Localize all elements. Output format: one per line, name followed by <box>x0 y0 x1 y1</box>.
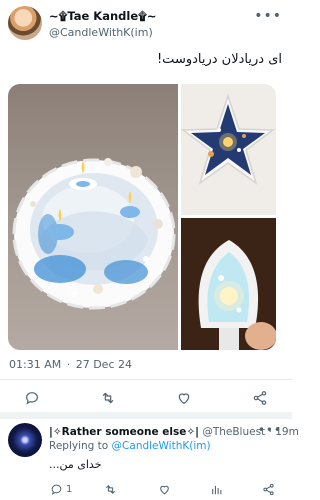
replying-to-mention[interactable]: @CandleWithK(im) <box>112 440 211 452</box>
tweet-date: 27 Dec 24 <box>75 358 132 371</box>
divider-top <box>0 379 292 380</box>
tweet-media-grid <box>8 84 276 350</box>
reply-author-avatar[interactable] <box>8 423 42 457</box>
section-divider <box>0 412 292 419</box>
reply-retweet-button[interactable] <box>104 482 117 496</box>
author-handle[interactable]: @CandleWithK(im) <box>49 26 153 39</box>
share-button[interactable] <box>250 389 270 407</box>
reply-icon <box>26 392 38 405</box>
more-horizontal-icon[interactable]: ••• <box>258 423 282 437</box>
author-avatar[interactable] <box>8 6 42 40</box>
like-button[interactable] <box>174 389 194 407</box>
retweet-icon <box>106 484 115 494</box>
share-icon <box>263 483 274 495</box>
reply-button[interactable] <box>22 389 42 407</box>
reply-share-button[interactable] <box>262 482 275 496</box>
reply-text: خدای من... <box>49 458 102 471</box>
reply-handle[interactable]: @TheBluest <box>202 426 265 438</box>
timestamp-separator: · <box>66 358 71 371</box>
reply-reply-button[interactable]: 1 <box>50 482 72 496</box>
star-candle-illustration <box>181 84 276 215</box>
media-image-shell-candle[interactable] <box>8 84 178 350</box>
replying-to: Replying to @CandleWithK(im) <box>49 440 211 452</box>
like-icon <box>160 485 169 494</box>
reply-count: 1 <box>66 483 73 495</box>
reply-icon <box>51 484 62 495</box>
retweet-icon <box>102 392 114 404</box>
reply-views-button[interactable] <box>210 482 223 496</box>
share-icon <box>253 391 267 405</box>
replying-to-label: Replying to <box>49 440 112 452</box>
more-horizontal-icon[interactable]: ••• <box>254 8 282 24</box>
views-icon <box>212 485 222 494</box>
media-image-star-candle[interactable] <box>181 84 276 215</box>
shell-candle-illustration <box>12 158 176 310</box>
author-display-name[interactable]: ~۩Tae Kandle۩~ <box>49 9 157 24</box>
media-image-shell-lamp[interactable] <box>181 218 276 350</box>
like-icon <box>178 393 190 405</box>
tweet-timestamp[interactable]: 01:31 AM · 27 Dec 24 <box>9 358 132 371</box>
reply-display-name[interactable]: |✧Rather someone else✧| <box>49 426 199 438</box>
retweet-button[interactable] <box>98 389 118 407</box>
shell-lamp-illustration <box>181 218 276 350</box>
tweet-text: ای دریادلان دریادوست! <box>156 52 282 67</box>
tweet-time: 01:31 AM <box>9 358 62 371</box>
reply-like-button[interactable] <box>158 482 171 496</box>
